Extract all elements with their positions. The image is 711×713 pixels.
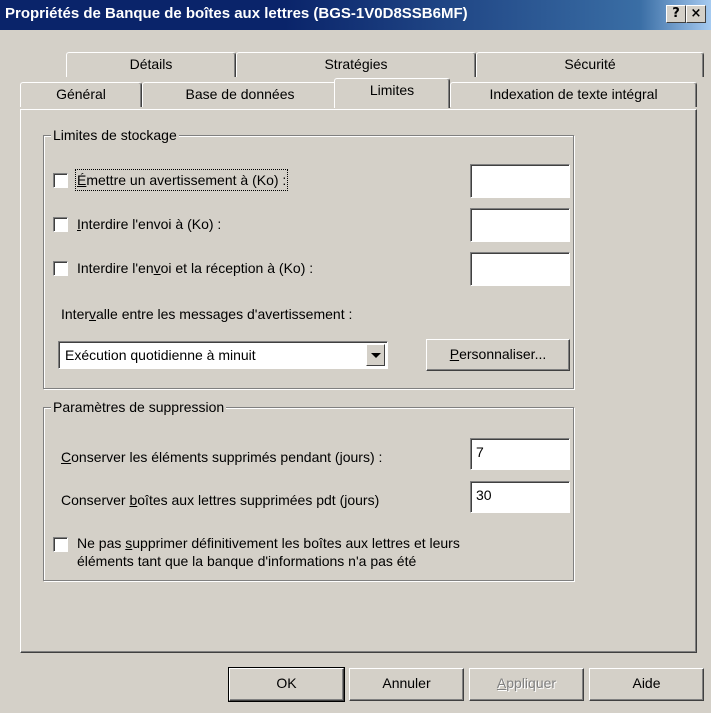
window-title: Propriétés de Banque de boîtes aux lettr… (5, 5, 468, 22)
keep-deleted-mailboxes-label: Conserver boîtes aux lettres supprimées … (61, 492, 380, 508)
warning-interval-label: Intervalle entre les messages d'avertiss… (61, 306, 353, 322)
apply-button[interactable]: Appliquer (469, 668, 584, 701)
warn-checkbox[interactable] (53, 173, 68, 188)
tab-security[interactable]: Sécurité (476, 52, 704, 77)
prohibit-send-receive-checkbox[interactable] (53, 261, 68, 276)
storage-limits-legend: Limites de stockage (51, 127, 179, 143)
cancel-button[interactable]: Annuler (349, 668, 464, 701)
no-permanent-delete-label-line2: éléments tant que la banque d'informatio… (77, 553, 417, 569)
prohibit-send-receive-label[interactable]: Interdire l'envoi et la réception à (Ko)… (77, 259, 313, 277)
help-icon[interactable]: ? (666, 5, 686, 23)
deletion-settings-group: Paramètres de suppression Conserver les … (43, 399, 574, 581)
ok-button[interactable]: OK (228, 667, 345, 702)
prohibit-send-receive-input[interactable] (470, 252, 570, 286)
customize-button[interactable]: Personnaliser... (426, 339, 570, 371)
keep-deleted-items-label: Conserver les éléments supprimés pendant… (61, 449, 383, 465)
deletion-settings-legend: Paramètres de suppression (51, 399, 227, 415)
prohibit-send-label[interactable]: Interdire l'envoi à (Ko) : (77, 215, 221, 233)
prohibit-send-input[interactable] (470, 208, 570, 242)
tab-details[interactable]: Détails (66, 52, 236, 77)
tab-database[interactable]: Base de données (142, 82, 338, 107)
storage-limits-group: Limites de stockage Émettre un avertisse… (43, 127, 574, 389)
warn-label[interactable]: Émettre un avertissement à (Ko) : (74, 169, 289, 191)
warn-input[interactable] (470, 164, 570, 198)
tab-strategies[interactable]: Stratégies (236, 52, 476, 77)
close-icon[interactable]: × (686, 5, 706, 23)
warning-interval-value: Exécution quotidienne à minuit (65, 347, 256, 363)
tab-full-text-indexing[interactable]: Indexation de texte intégral (450, 82, 697, 107)
tab-general[interactable]: Général (20, 82, 142, 107)
warning-interval-select[interactable]: Exécution quotidienne à minuit (58, 341, 388, 369)
chevron-down-icon[interactable] (366, 344, 385, 366)
tab-panel-limits: Limites de stockage Émettre un avertisse… (20, 109, 697, 653)
title-bar[interactable]: Propriétés de Banque de boîtes aux lettr… (0, 0, 711, 30)
no-permanent-delete-checkbox[interactable] (53, 537, 68, 552)
keep-deleted-mailboxes-input[interactable]: 30 (470, 481, 570, 513)
tab-limits[interactable]: Limites (334, 78, 450, 108)
prohibit-send-checkbox[interactable] (53, 217, 68, 232)
no-permanent-delete-label[interactable]: Ne pas supprimer définitivement les boît… (77, 534, 460, 552)
help-button[interactable]: Aide (589, 668, 704, 701)
keep-deleted-items-input[interactable]: 7 (470, 438, 570, 470)
